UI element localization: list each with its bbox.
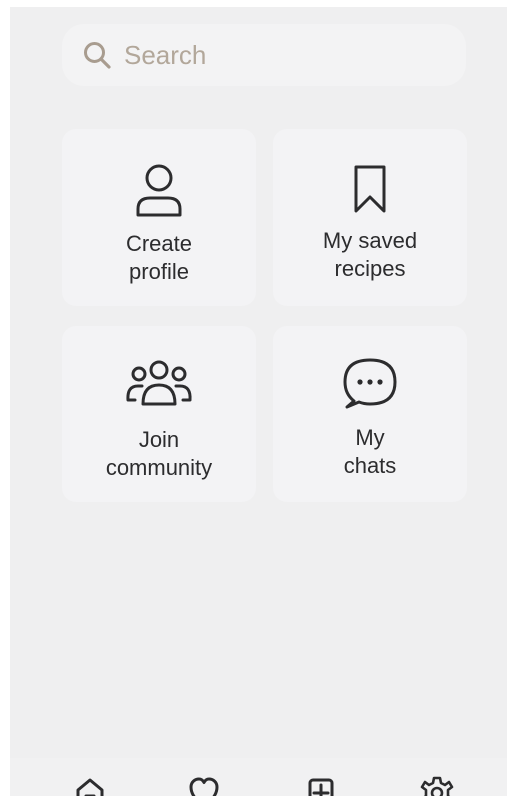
- bookmark-icon: [273, 163, 467, 215]
- tile-label: Join community: [62, 426, 256, 482]
- settings-gear-icon[interactable]: [419, 776, 455, 796]
- chat-bubble-icon: [273, 354, 467, 412]
- tile-label-line2: recipes: [334, 256, 406, 281]
- tile-label-line1: Join: [138, 427, 180, 452]
- my-chats-tile[interactable]: My chats: [273, 326, 467, 502]
- tile-label-line2: profile: [129, 259, 189, 284]
- tile-label-line2: chats: [343, 453, 397, 478]
- saved-recipes-tile[interactable]: My saved recipes: [273, 129, 467, 306]
- join-community-tile[interactable]: Join community: [62, 326, 256, 502]
- group-icon: [62, 358, 256, 410]
- search-bar[interactable]: [62, 24, 466, 86]
- tile-label: My chats: [273, 424, 467, 480]
- search-icon: [80, 38, 114, 72]
- search-input[interactable]: [124, 39, 444, 71]
- person-icon: [62, 163, 256, 219]
- tile-label-line1: My saved: [322, 228, 418, 253]
- tile-label-line1: My: [355, 425, 385, 450]
- tile-label: My saved recipes: [273, 227, 467, 283]
- create-profile-tile[interactable]: Create profile: [62, 129, 256, 306]
- tab-bar: [10, 758, 507, 796]
- tile-label-line2: community: [105, 455, 213, 480]
- tile-label-line1: Create: [125, 231, 193, 256]
- heart-icon[interactable]: [186, 776, 222, 796]
- tile-label: Create profile: [62, 230, 256, 286]
- add-square-icon[interactable]: [303, 776, 339, 796]
- app-screen: Create profile My saved recipes: [10, 7, 507, 796]
- home-icon[interactable]: [72, 776, 108, 796]
